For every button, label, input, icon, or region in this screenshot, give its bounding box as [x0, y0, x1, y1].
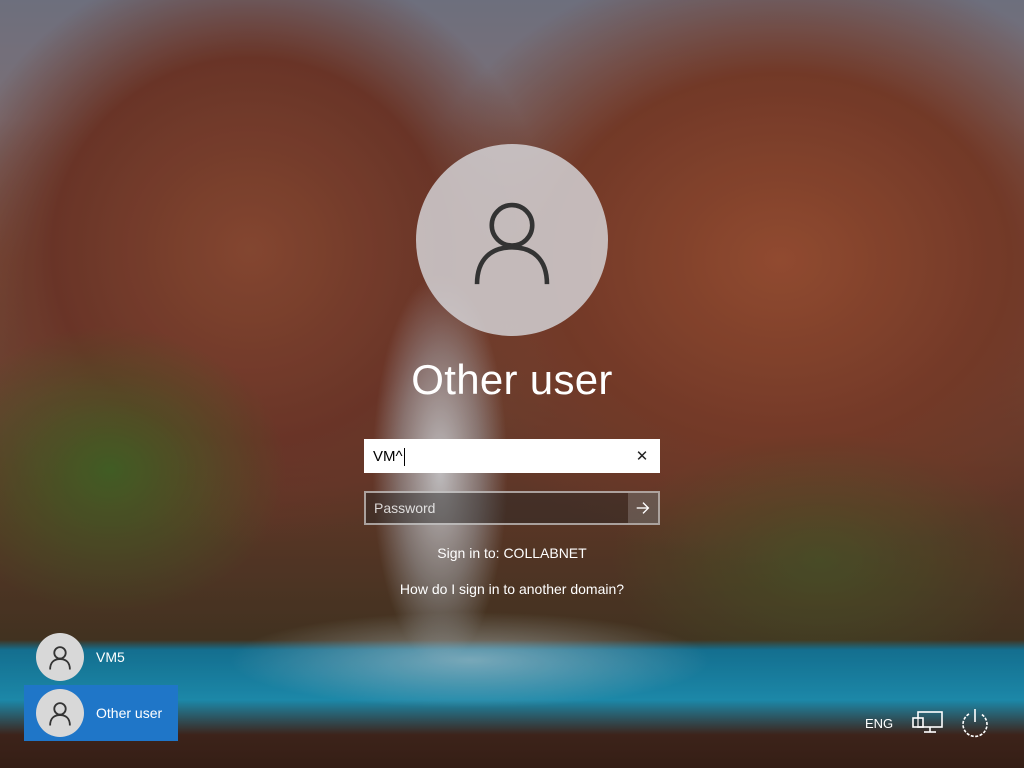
person-icon: [49, 702, 71, 726]
lock-screen: Other user VM^ ✕ Password Sign in to: CO…: [0, 0, 1024, 768]
power-icon[interactable]: [958, 706, 992, 740]
submit-arrow-button[interactable]: [628, 493, 658, 523]
person-icon: [49, 646, 71, 670]
user-tile-other-user[interactable]: Other user: [24, 685, 178, 741]
person-icon: [474, 202, 550, 285]
password-field[interactable]: Password: [364, 491, 660, 525]
username-field[interactable]: VM^ ✕: [364, 439, 660, 473]
language-indicator[interactable]: ENG: [865, 716, 893, 731]
user-tile-label: Other user: [96, 705, 163, 721]
user-avatar: [416, 144, 608, 336]
user-tile-label: VM5: [96, 649, 125, 665]
user-tile-avatar: [36, 689, 84, 737]
clear-icon[interactable]: ✕: [632, 446, 652, 466]
text-caret: [403, 448, 405, 466]
user-tile-vm5[interactable]: VM5: [24, 629, 178, 685]
user-tile-avatar: [36, 633, 84, 681]
username-value: VM^: [373, 448, 403, 465]
sign-in-domain-text: Sign in to: COLLABNET: [437, 545, 587, 561]
domain-help-link[interactable]: How do I sign in to another domain?: [312, 581, 712, 597]
network-icon[interactable]: [912, 710, 944, 736]
password-placeholder: Password: [374, 500, 436, 516]
username-input[interactable]: VM^: [373, 447, 405, 467]
arrow-right-icon: [636, 502, 650, 514]
user-name-title: Other user: [411, 356, 613, 403]
